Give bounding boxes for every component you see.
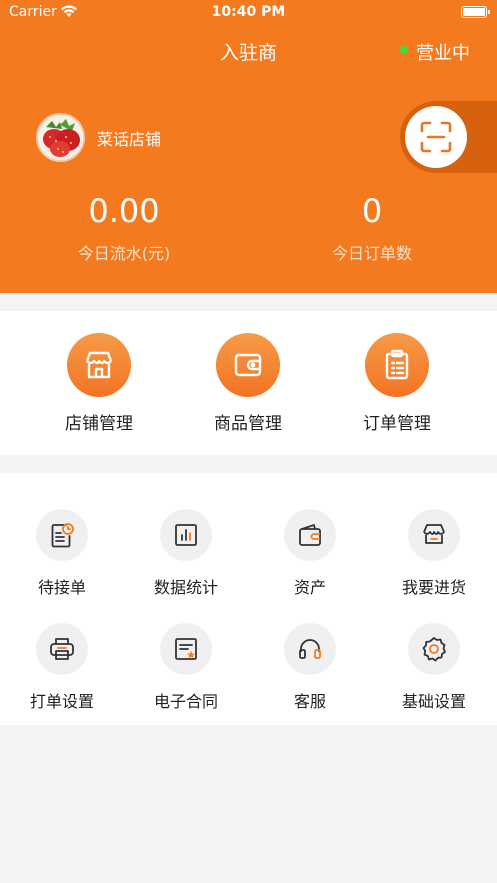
bar-chart-icon <box>160 509 212 561</box>
tool-statistics[interactable]: 数据统计 <box>124 509 248 598</box>
stat-value: 0.00 <box>88 192 160 230</box>
store-avatar[interactable] <box>36 113 85 162</box>
store-name: 菜话店铺 <box>97 130 162 149</box>
tool-pending-orders[interactable]: 待接单 <box>0 509 124 598</box>
menu-product-management[interactable]: 商品管理 <box>178 333 318 434</box>
status-bar: Carrier 10:40 PM <box>0 0 497 26</box>
pending-order-icon <box>36 509 88 561</box>
tool-label: 基础设置 <box>401 692 466 711</box>
store-icon <box>67 333 131 397</box>
tool-customer-service[interactable]: 客服 <box>248 623 372 712</box>
tool-basic-settings[interactable]: 基础设置 <box>372 623 496 712</box>
shop-icon <box>408 509 460 561</box>
menu-label: 店铺管理 <box>65 414 133 434</box>
tool-assets[interactable]: 资产 <box>248 509 372 598</box>
stat-daily-revenue[interactable]: 0.00 今日流水(元) <box>24 190 224 264</box>
stat-label: 今日订单数 <box>331 244 412 263</box>
tool-e-contract[interactable]: 电子合同 <box>124 623 248 712</box>
online-status-dot <box>400 46 408 54</box>
tools-card: 待接单 数据统计 资产 我要进货 打单设置 电子合同 客服 基础设置 <box>0 473 497 725</box>
gear-icon <box>408 623 460 675</box>
tool-label: 电子合同 <box>153 692 218 711</box>
printer-icon <box>36 623 88 675</box>
tool-label: 客服 <box>293 692 326 711</box>
menu-label: 商品管理 <box>214 414 282 434</box>
tool-label: 打单设置 <box>29 692 94 711</box>
tool-label: 资产 <box>293 578 326 597</box>
tool-label: 待接单 <box>37 578 86 597</box>
menu-order-management[interactable]: 订单管理 <box>327 333 467 434</box>
contract-icon <box>160 623 212 675</box>
tool-purchase[interactable]: 我要进货 <box>372 509 496 598</box>
menu-label: 订单管理 <box>363 414 431 434</box>
tool-label: 我要进货 <box>401 578 466 597</box>
scan-icon <box>420 121 452 153</box>
stat-daily-orders[interactable]: 0 今日订单数 <box>272 190 472 264</box>
tool-print-settings[interactable]: 打单设置 <box>0 623 124 712</box>
scan-button[interactable] <box>405 106 467 168</box>
headset-icon <box>284 623 336 675</box>
clock: 10:40 PM <box>211 4 286 20</box>
business-status-toggle[interactable]: 营业中 <box>416 39 470 65</box>
clipboard-icon <box>365 333 429 397</box>
strawberry-icon <box>38 115 83 160</box>
stat-value: 0 <box>361 192 383 230</box>
header: Carrier 10:40 PM 入驻商 营业中 菜话店铺 0.00 今日流水(… <box>0 0 497 293</box>
main-menu-card: 店铺管理 商品管理 订单管理 <box>0 311 497 455</box>
stat-label: 今日流水(元) <box>77 244 171 263</box>
wallet-icon <box>216 333 280 397</box>
battery-icon <box>461 6 490 18</box>
wallet-icon <box>284 509 336 561</box>
tool-label: 数据统计 <box>153 578 218 597</box>
menu-store-management[interactable]: 店铺管理 <box>29 333 169 434</box>
